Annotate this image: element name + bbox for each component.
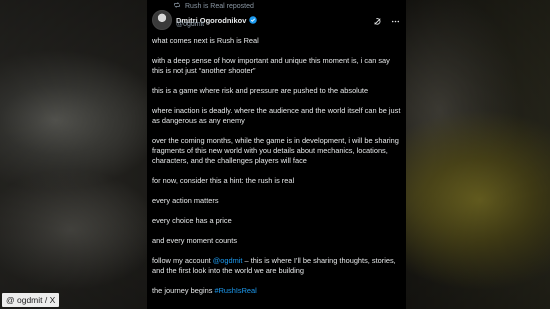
post-paragraph: the journey begins #RushIsReal [152, 286, 401, 296]
post-paragraph: for now, consider this a hint: the rush … [152, 176, 295, 185]
post-paragraph: over the coming months, while the game i… [152, 136, 399, 165]
repost-text: Rush is Real reposted [185, 2, 254, 10]
avatar[interactable] [152, 10, 172, 30]
more-icon[interactable] [391, 13, 400, 31]
post-paragraph: with a deep sense of how important and u… [152, 56, 390, 75]
image-credit: @ ogdmit / X [2, 293, 60, 307]
post-paragraph: follow my account @ogdmit – this is wher… [152, 256, 401, 276]
x-post-card: Rush is Real reposted Dmitri Ogorodnikov… [147, 0, 406, 309]
post-paragraph: this is a game where risk and pressure a… [152, 86, 369, 95]
post-paragraph: and every moment counts [152, 236, 238, 245]
author-handle[interactable]: @ogdmit [176, 21, 204, 28]
post-paragraph: every action matters [152, 196, 219, 205]
post-text: what comes next is Rush is Real with a d… [152, 36, 401, 306]
post-paragraph: what comes next is Rush is Real [152, 36, 259, 45]
follow-text-start: follow my account [152, 256, 213, 265]
header-actions [373, 13, 400, 31]
post-paragraph: where inaction is deadly. where the audi… [152, 106, 401, 125]
post-header: Dmitri Ogorodnikov @ogdmit [152, 10, 400, 30]
grok-icon[interactable] [373, 13, 382, 31]
post-paragraph: every choice has a price [152, 216, 232, 225]
verified-badge-icon [249, 11, 258, 29]
hashtag-link[interactable]: #RushIsReal [214, 286, 256, 295]
journey-text: the journey begins [152, 286, 215, 295]
mention-link[interactable]: @ogdmit [213, 256, 243, 265]
